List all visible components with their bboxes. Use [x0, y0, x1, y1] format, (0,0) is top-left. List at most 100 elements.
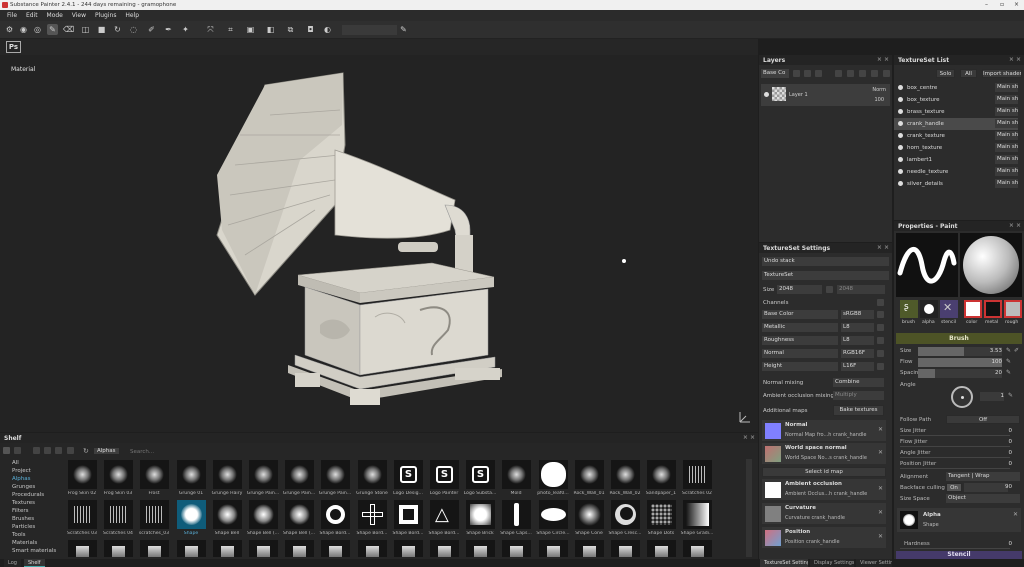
shelf-thumbnail[interactable]: [249, 540, 278, 557]
spacing-edit-icon[interactable]: ✎: [1006, 369, 1011, 376]
alpha-slot[interactable]: Alpha Shape ✕: [897, 508, 1021, 532]
menu-edit[interactable]: Edit: [26, 12, 38, 19]
channel-format-select[interactable]: L16F: [841, 362, 874, 371]
screenshot-icon[interactable]: ⧉: [285, 24, 296, 35]
shelf-thumbnail[interactable]: [647, 460, 676, 489]
textureset-row[interactable]: brass_textureMain shader: [894, 106, 1018, 118]
shelf-thumbnail[interactable]: [430, 540, 459, 557]
normal-mixing-select[interactable]: Combine: [833, 378, 884, 387]
grid-icon[interactable]: ⌗: [225, 24, 236, 35]
import-shaders-button[interactable]: Import shaders: [982, 69, 1022, 78]
eye-icon[interactable]: [898, 157, 903, 162]
shelf-filter-icon[interactable]: [67, 447, 74, 454]
eye-icon[interactable]: [898, 145, 903, 150]
shelf-thumbnail[interactable]: [611, 500, 640, 529]
tab-viewer-settings[interactable]: Viewer Settings: [856, 559, 892, 567]
display-mode-icon[interactable]: ▣: [245, 24, 256, 35]
shelf-thumbnail[interactable]: S: [430, 460, 459, 489]
layer-row[interactable]: Layer 1 Norm 100: [761, 84, 890, 106]
hardness-value[interactable]: 0: [998, 541, 1013, 547]
shelf-thumbnail[interactable]: [502, 500, 531, 529]
shelf-nav-item[interactable]: Brushes: [12, 516, 34, 522]
layer-opacity[interactable]: 100: [874, 97, 884, 103]
shelf-thumbnail[interactable]: [285, 540, 314, 557]
undo-stack-button[interactable]: Undo stack: [762, 257, 889, 266]
angle-value[interactable]: 1: [990, 393, 1005, 399]
shelf-nav-item[interactable]: Project: [12, 468, 31, 474]
shelf-thumbnail[interactable]: [358, 500, 387, 529]
shelf-nav-item[interactable]: All: [12, 460, 19, 466]
channel-format-select[interactable]: L8: [841, 323, 874, 332]
shelf-thumbnail[interactable]: [539, 540, 568, 557]
map-slot-world-space-normal[interactable]: World space normal World Space No...s cr…: [762, 443, 886, 464]
render-icon[interactable]: ◧: [265, 24, 276, 35]
solo-button[interactable]: Solo: [936, 69, 955, 78]
viewport-3d[interactable]: Material: [0, 55, 758, 432]
flow-value[interactable]: 100: [988, 359, 1003, 365]
shelf-thumbnail[interactable]: [321, 540, 350, 557]
eye-icon[interactable]: [898, 85, 903, 90]
backface-culling-toggle[interactable]: On: [946, 483, 962, 492]
shelf-add-icon[interactable]: [44, 447, 51, 454]
shelf-thumbnail[interactable]: [321, 460, 350, 489]
textureset-row[interactable]: needle_textureMain shader: [894, 166, 1018, 178]
menu-plugins[interactable]: Plugins: [95, 12, 117, 19]
size-pen-pressure-icon[interactable]: ✐: [1014, 347, 1019, 354]
shelf-thumbnail[interactable]: [68, 460, 97, 489]
remove-channel-icon[interactable]: [877, 337, 884, 344]
shelf-thumbnail[interactable]: [104, 540, 133, 557]
shelf-thumbnail[interactable]: [177, 460, 206, 489]
hardness-slider[interactable]: [900, 540, 1010, 549]
tab-shelf[interactable]: Shelf: [24, 559, 45, 567]
shelf-thumbnail[interactable]: [683, 460, 712, 489]
shelf-thumbnail[interactable]: [321, 500, 350, 529]
shader-select[interactable]: Main shader: [995, 83, 1018, 92]
layer-blend-mode[interactable]: Norm: [872, 87, 886, 93]
shelf-nav-item[interactable]: Filters: [12, 508, 29, 514]
shelf-thumbnail[interactable]: [104, 500, 133, 529]
shelf-filter-tag[interactable]: Alphas: [94, 448, 119, 454]
shelf-thumbnail[interactable]: [611, 540, 640, 557]
shelf-thumbnail[interactable]: [140, 540, 169, 557]
channel-format-select[interactable]: L8: [841, 336, 874, 345]
shader-select[interactable]: Main shader: [995, 119, 1018, 128]
color-chip[interactable]: [964, 300, 982, 318]
symmetry-icon[interactable]: ⤧: [205, 24, 216, 35]
shelf-list-icon[interactable]: [14, 447, 21, 454]
shelf-thumbnail[interactable]: [285, 460, 314, 489]
shader-select[interactable]: Main shader: [995, 95, 1018, 104]
bake-textures-button[interactable]: Bake textures: [833, 405, 884, 416]
shelf-thumbnail[interactable]: [466, 500, 495, 529]
shelf-thumbnail[interactable]: [358, 540, 387, 557]
layer-name[interactable]: Layer 1: [789, 92, 808, 98]
shelf-thumbnail[interactable]: [249, 460, 278, 489]
select-id-map-button[interactable]: Select id map: [762, 467, 886, 477]
size-edit-icon[interactable]: ✎: [1006, 347, 1011, 354]
shelf-thumbnail[interactable]: [213, 460, 242, 489]
channel-format-select[interactable]: RGB16F: [841, 349, 874, 358]
textureset-row[interactable]: crank_textureMain shader: [894, 130, 1018, 142]
clear-map-icon[interactable]: ✕: [878, 533, 883, 540]
shelf-thumbnail[interactable]: [285, 500, 314, 529]
all-button[interactable]: All: [960, 69, 977, 78]
shelf-thumbnail[interactable]: [68, 500, 97, 529]
tab-log[interactable]: Log: [4, 559, 21, 567]
shelf-thumbnail[interactable]: [683, 540, 712, 557]
smudge-icon[interactable]: ↻: [112, 24, 123, 35]
shelf-thumbnail[interactable]: [249, 500, 278, 529]
angle-jitter-slider[interactable]: [900, 449, 1010, 458]
eye-icon[interactable]: [898, 181, 903, 186]
add-fill-layer-icon[interactable]: [804, 70, 811, 77]
size-value[interactable]: 3.53: [988, 348, 1002, 354]
remove-channel-icon[interactable]: [877, 363, 884, 370]
shelf-thumbnail[interactable]: [575, 460, 604, 489]
backface-angle-value[interactable]: 90: [998, 484, 1012, 490]
textureset-button[interactable]: TextureSet: [762, 271, 889, 280]
shelf-thumbnail[interactable]: [104, 460, 133, 489]
shader-select[interactable]: Main shader: [995, 143, 1018, 152]
shelf-thumbnail[interactable]: △: [430, 500, 459, 529]
toolbar-slider[interactable]: [342, 25, 397, 35]
eye-icon[interactable]: [898, 109, 903, 114]
toolbar-edit-icon[interactable]: ✎: [398, 24, 409, 35]
clear-alpha-icon[interactable]: ✕: [1013, 511, 1018, 518]
